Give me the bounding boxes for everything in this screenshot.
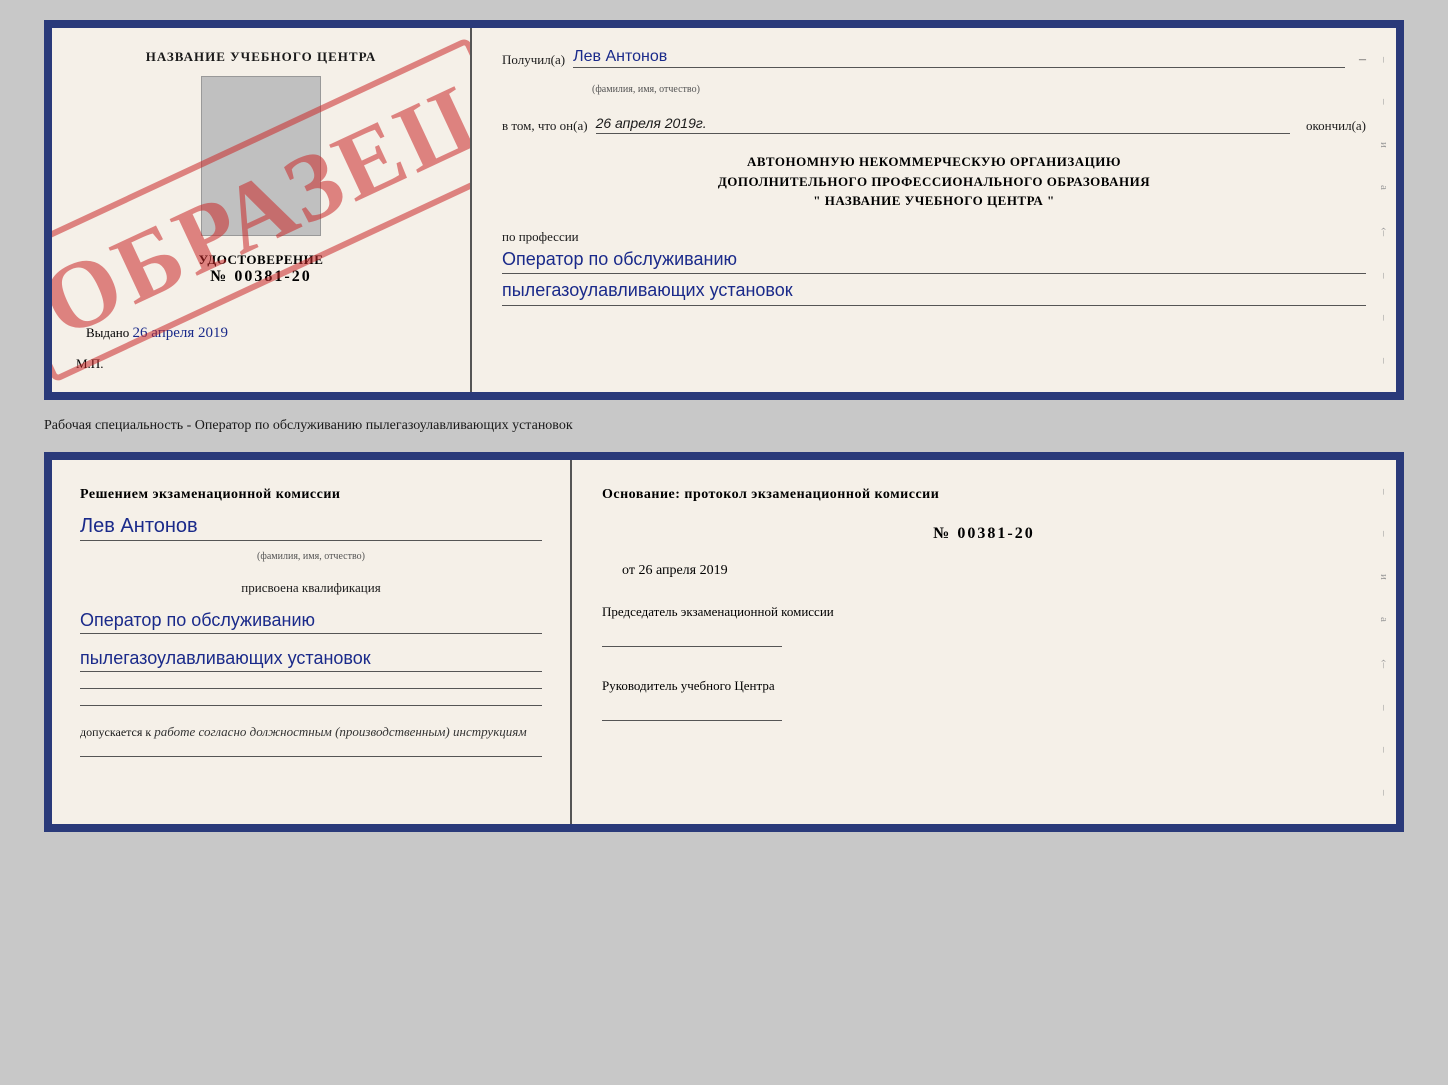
chairman-signature-line xyxy=(602,627,782,647)
cert-bottom-left: Решением экзаменационной комиссии Лев Ан… xyxy=(52,460,572,824)
certificate-top: НАЗВАНИЕ УЧЕБНОГО ЦЕНТРА УДОСТОВЕРЕНИЕ №… xyxy=(44,20,1404,400)
qual-line2: пылегазоулавливающих установок xyxy=(80,648,542,672)
bmarker-4: – xyxy=(1378,747,1390,753)
photo-placeholder xyxy=(201,76,321,236)
cert-issued: Выдано 26 апреля 2019 xyxy=(76,325,228,342)
protocol-date-value: 26 апреля 2019 xyxy=(638,563,727,578)
date-label: в том, что он(а) xyxy=(502,118,588,134)
recipient-subtext: (фамилия, имя, отчество) xyxy=(592,84,1366,95)
profession-line1: Оператор по обслуживанию xyxy=(502,245,1366,275)
allowed-text: работе согласно должностным (производств… xyxy=(154,724,526,739)
document-container: НАЗВАНИЕ УЧЕБНОГО ЦЕНТРА УДОСТОВЕРЕНИЕ №… xyxy=(44,20,1404,832)
certificate-bottom: Решением экзаменационной комиссии Лев Ан… xyxy=(44,452,1404,832)
marker-5: – xyxy=(1378,358,1390,364)
bmarker-5: – xyxy=(1378,790,1390,796)
org-line3: " НАЗВАНИЕ УЧЕБНОГО ЦЕНТРА " xyxy=(502,191,1366,211)
qual-line1: Оператор по обслуживанию xyxy=(80,610,542,634)
assigned-label: присвоена квалификация xyxy=(80,580,542,596)
head-label: Руководитель учебного Центра xyxy=(602,677,1366,695)
allowed-block: допускается к работе согласно должностны… xyxy=(80,724,542,740)
head-block: Руководитель учебного Центра xyxy=(602,677,1366,721)
mp-label: М.П. xyxy=(76,356,103,372)
bottom-name: Лев Антонов xyxy=(80,515,542,541)
cert-bottom-right: Основание: протокол экзаменационной коми… xyxy=(572,460,1396,824)
blank-line-2 xyxy=(80,705,542,706)
profession-line2: пылегазоулавливающих установок xyxy=(502,276,1366,306)
marker-и: и xyxy=(1378,142,1390,148)
org-line2: ДОПОЛНИТЕЛЬНОГО ПРОФЕССИОНАЛЬНОГО ОБРАЗО… xyxy=(502,172,1366,192)
basis-text: Основание: протокол экзаменационной коми… xyxy=(602,484,1366,505)
received-label: Получил(а) xyxy=(502,52,565,68)
org-block: АВТОНОМНУЮ НЕКОММЕРЧЕСКУЮ ОРГАНИЗАЦИЮ ДО… xyxy=(502,152,1366,211)
right-side-markers: – – и а ‹– – – – xyxy=(1374,28,1394,392)
bmarker-3: – xyxy=(1378,705,1390,711)
blank-line-1 xyxy=(80,688,542,689)
chairman-label: Председатель экзаменационной комиссии xyxy=(602,603,1366,621)
date-value-text: 26 апреля 2019г. xyxy=(596,115,707,131)
recipient-name-text: Лев Антонов xyxy=(573,48,667,65)
blank-line-3 xyxy=(80,756,542,757)
bmarker-к: ‹– xyxy=(1378,659,1390,668)
recipient-name: Лев Антонов xyxy=(573,48,1345,68)
profession-label: по профессии xyxy=(502,229,1366,245)
marker-2: – xyxy=(1378,99,1390,105)
cert-school-name: НАЗВАНИЕ УЧЕБНОГО ЦЕНТРА xyxy=(146,48,377,66)
cert-left-panel: НАЗВАНИЕ УЧЕБНОГО ЦЕНТРА УДОСТОВЕРЕНИЕ №… xyxy=(52,28,472,392)
marker-к: ‹– xyxy=(1378,227,1390,236)
marker-4: – xyxy=(1378,315,1390,321)
marker-1: – xyxy=(1378,57,1390,63)
protocol-date: от 26 апреля 2019 xyxy=(622,563,1366,579)
bmarker-а: а xyxy=(1378,617,1390,622)
right-side-markers-bottom: – – и а ‹– – – – xyxy=(1374,460,1394,824)
allowed-label: допускается к xyxy=(80,725,151,739)
bmarker-1: – xyxy=(1378,489,1390,495)
recipient-row: Получил(а) Лев Антонов – xyxy=(502,48,1366,68)
decision-text: Решением экзаменационной комиссии xyxy=(80,484,542,505)
issued-label: Выдано xyxy=(86,325,129,340)
cert-number: № 00381-20 xyxy=(199,268,324,286)
issued-date: 26 апреля 2019 xyxy=(133,325,229,341)
cert-right-panel: Получил(а) Лев Антонов – (фамилия, имя, … xyxy=(472,28,1396,392)
date-row: в том, что он(а) 26 апреля 2019г. окончи… xyxy=(502,115,1366,134)
bottom-name-subtext: (фамилия, имя, отчество) xyxy=(80,551,542,562)
marker-3: – xyxy=(1378,273,1390,279)
udostoverenie-label: УДОСТОВЕРЕНИЕ xyxy=(199,252,324,268)
profession-block: по профессии Оператор по обслуживанию пы… xyxy=(502,229,1366,307)
bmarker-и: и xyxy=(1378,574,1390,580)
protocol-number: № 00381-20 xyxy=(602,525,1366,543)
separator-text: Рабочая специальность - Оператор по обсл… xyxy=(44,416,573,436)
chairman-block: Председатель экзаменационной комиссии xyxy=(602,603,1366,647)
head-signature-line xyxy=(602,701,782,721)
marker-а: а xyxy=(1378,185,1390,190)
org-line1: АВТОНОМНУЮ НЕКОММЕРЧЕСКУЮ ОРГАНИЗАЦИЮ xyxy=(502,152,1366,172)
bmarker-2: – xyxy=(1378,531,1390,537)
date-prefix: от xyxy=(622,563,635,578)
date-value: 26 апреля 2019г. xyxy=(596,115,1290,134)
cert-number-block: УДОСТОВЕРЕНИЕ № 00381-20 xyxy=(199,252,324,286)
finished-label: окончил(а) xyxy=(1306,118,1366,134)
